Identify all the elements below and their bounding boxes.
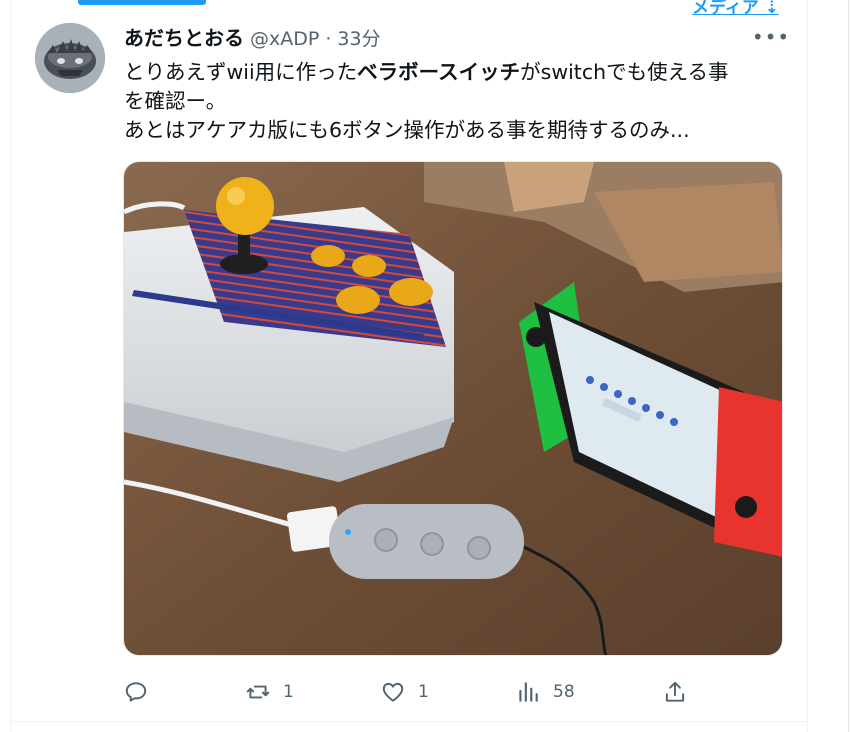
tweet-text-line-1-pre: とりあえずwii用に作った xyxy=(124,60,358,84)
media-tab-link[interactable]: メディア ⇣ xyxy=(692,0,779,18)
share-button[interactable] xyxy=(662,672,688,712)
tweet-text-line-1-post: がswitchでも使える事 xyxy=(520,60,729,84)
tweet-photo[interactable] xyxy=(123,161,783,656)
tweet-text-line-1: とりあえずwii用に作ったベラボースイッチがswitchでも使える事 xyxy=(124,58,794,87)
tweet-divider xyxy=(10,721,808,722)
header-separator: · xyxy=(325,28,332,50)
heart-icon xyxy=(382,682,404,702)
tweet-text-bold-phrase: ベラボースイッチ xyxy=(357,60,521,84)
like-count: 1 xyxy=(418,682,429,702)
views-count: 58 xyxy=(553,682,575,702)
tweet-text: とりあえずwii用に作ったベラボースイッチがswitchでも使える事 を確認ー。… xyxy=(124,58,794,145)
retweet-count: 1 xyxy=(283,682,294,702)
display-name[interactable]: あだちとおる xyxy=(124,22,244,51)
tweet-actions: 1 1 58 xyxy=(123,672,703,712)
avatar-image xyxy=(35,23,105,93)
share-icon xyxy=(665,681,685,702)
photo-illustration xyxy=(124,162,782,655)
reply-button[interactable] xyxy=(123,672,149,712)
tweet-text-line-3: あとはアケアカ版にも6ボタン操作がある事を期待するのみ... xyxy=(124,118,690,142)
right-divider xyxy=(848,0,849,732)
active-tab-indicator xyxy=(78,0,206,5)
tweet-header: あだちとおる @xADP · 33分 xyxy=(124,22,381,52)
right-gutter xyxy=(809,0,850,732)
tweet-timestamp[interactable]: 33分 xyxy=(337,24,380,51)
retweet-icon xyxy=(246,685,270,699)
analytics-icon xyxy=(519,682,538,702)
retweet-button[interactable]: 1 xyxy=(245,672,294,712)
reply-icon xyxy=(125,682,147,702)
more-options-icon[interactable]: ••• xyxy=(752,24,789,50)
tweet-text-line-2: を確認ー。 xyxy=(124,89,227,113)
like-button[interactable]: 1 xyxy=(380,672,429,712)
views-button[interactable]: 58 xyxy=(515,672,575,712)
user-handle[interactable]: @xADP xyxy=(250,28,319,50)
avatar[interactable] xyxy=(35,23,105,93)
